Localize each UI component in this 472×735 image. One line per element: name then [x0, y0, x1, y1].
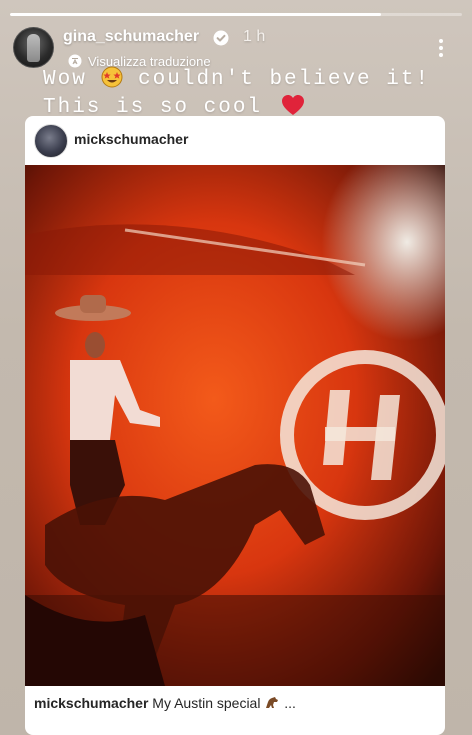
avatar-figure — [27, 34, 40, 62]
caption-wow: Wow — [43, 68, 87, 91]
shared-post-photo[interactable] — [25, 165, 445, 686]
author-username[interactable]: gina_schumacher — [63, 28, 199, 46]
post-time: 1 h — [243, 28, 266, 45]
verified-badge-icon — [213, 30, 229, 46]
shared-post-avatar[interactable] — [34, 124, 68, 158]
story-caption: Wow couldn't believe it! This is so cool — [43, 66, 463, 122]
star-struck-emoji-icon — [101, 66, 123, 88]
shared-post-card[interactable]: mickschumacher mickschumacher My Austin … — [25, 116, 445, 735]
shared-post-header: mickschumacher — [25, 116, 445, 165]
shared-post-caption: mickschumacher My Austin special ... — [34, 695, 296, 711]
shared-post-username[interactable]: mickschumacher — [74, 131, 188, 147]
red-heart-emoji-icon — [281, 95, 304, 115]
caption-ellipsis: ... — [284, 695, 296, 711]
horse-emoji-icon — [266, 697, 279, 708]
story-progress-bar — [10, 13, 462, 16]
caption-couldnt: couldn't believe it! — [138, 68, 431, 91]
helmet-reflection-image — [25, 165, 445, 686]
caption-text: My Austin special — [152, 695, 261, 711]
more-options-icon[interactable] — [433, 37, 449, 59]
story-progress-fill — [10, 13, 381, 16]
caption-username[interactable]: mickschumacher — [34, 695, 148, 711]
author-avatar[interactable] — [13, 27, 54, 68]
